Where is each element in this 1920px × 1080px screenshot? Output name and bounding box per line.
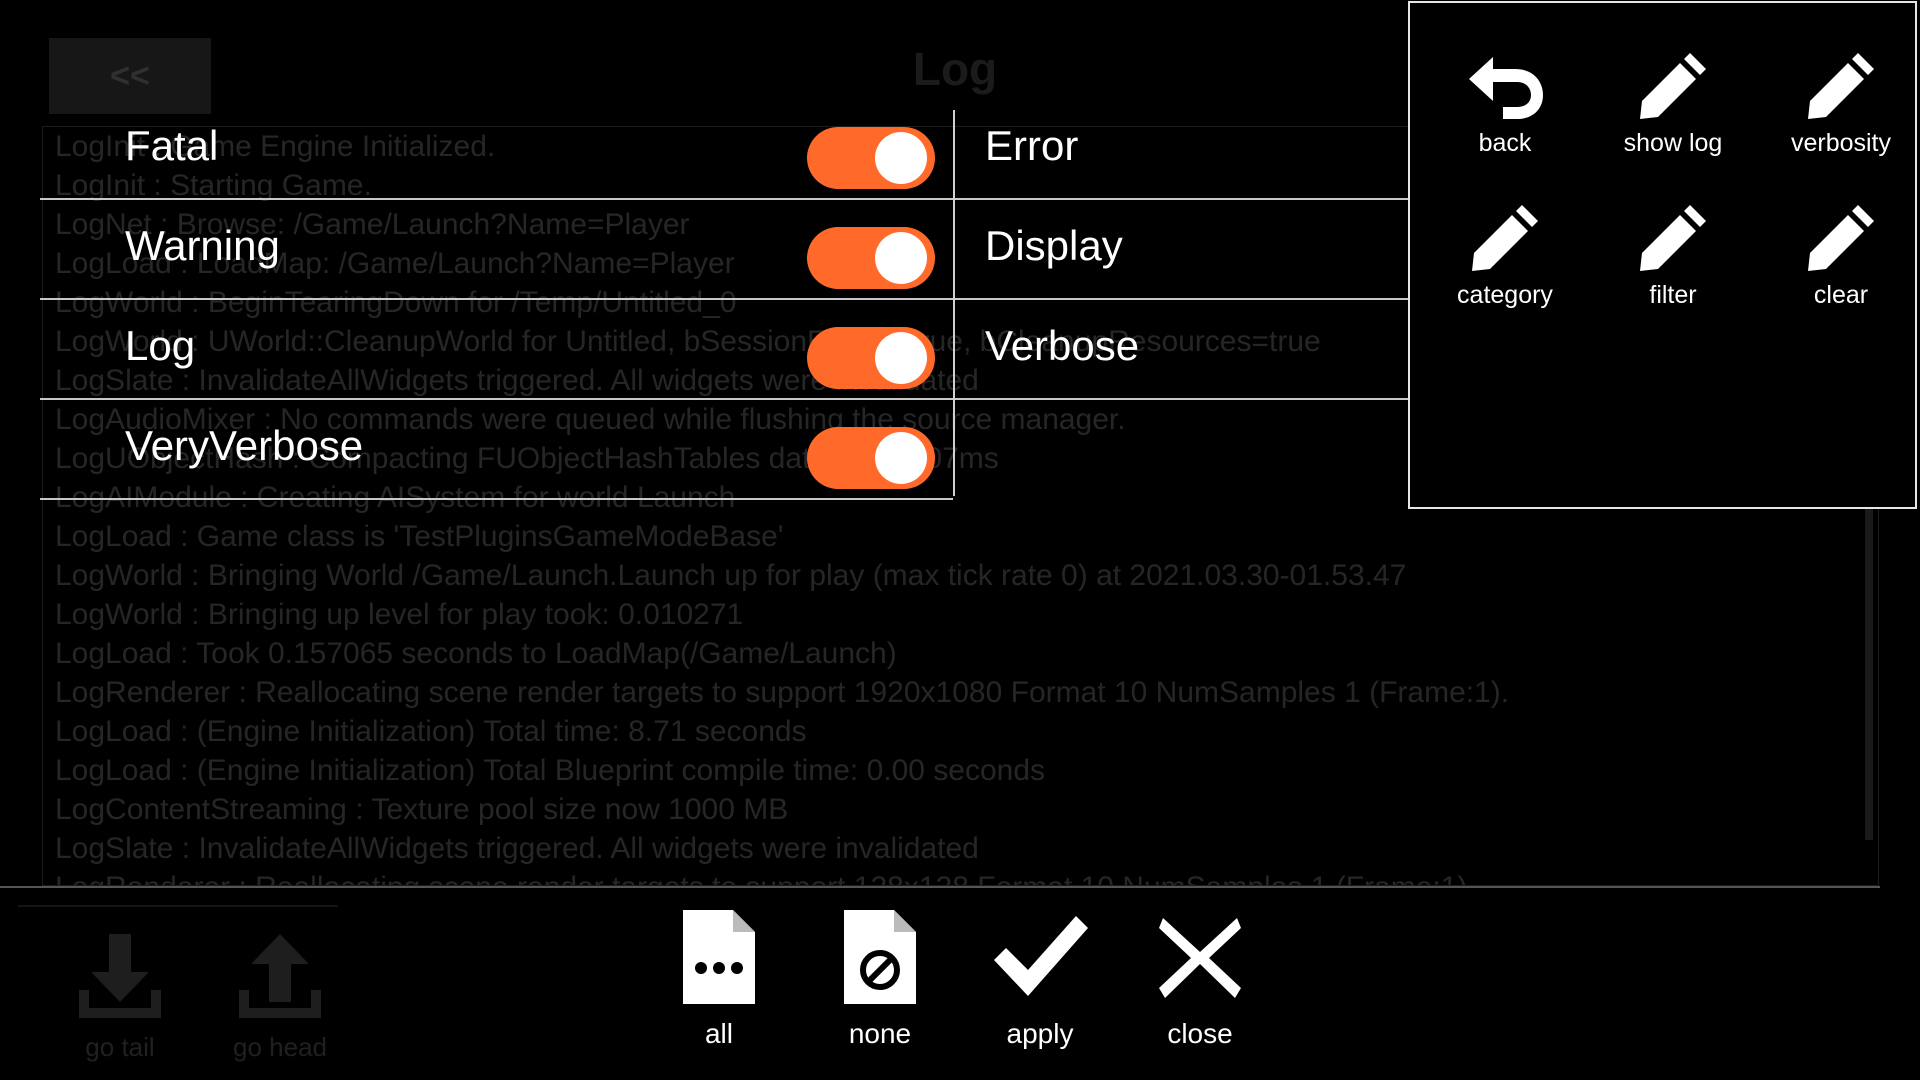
- log-line: LogRenderer : Reallocating scene render …: [55, 676, 1510, 709]
- menu-label: show log: [1623, 129, 1723, 157]
- back-arrow-icon: [1469, 57, 1543, 119]
- menu-label: clear: [1813, 281, 1869, 309]
- log-toggle[interactable]: [807, 327, 935, 389]
- menu-show-log-button[interactable]: show log: [1598, 51, 1748, 181]
- all-label: all: [704, 1018, 733, 1049]
- apply-button[interactable]: apply: [975, 908, 1105, 1058]
- menu-back-button[interactable]: back: [1430, 51, 1580, 181]
- bottom-divider-secondary: [18, 905, 338, 907]
- menu-label: back: [1478, 129, 1532, 157]
- log-line: LogRenderer : Reallocating scene render …: [55, 868, 1476, 885]
- log-line: LogLoad : Game class is 'TestPluginsGame…: [55, 520, 784, 553]
- close-label: close: [1167, 1018, 1233, 1049]
- verbosity-label: Display: [985, 222, 1123, 269]
- menu-label: category: [1457, 281, 1553, 309]
- pencil-icon: [1640, 53, 1706, 119]
- upload-icon: [239, 934, 321, 1018]
- close-icon: [1159, 918, 1241, 998]
- go-head-label: go head: [233, 1032, 327, 1062]
- log-line: LogContentStreaming : Texture pool size …: [55, 793, 789, 826]
- log-title: Log: [912, 43, 998, 95]
- verbosity-label: Fatal: [125, 122, 219, 169]
- go-tail-label: go tail: [85, 1032, 155, 1062]
- menu-filter-button[interactable]: filter: [1598, 203, 1748, 333]
- verbosity-label: Warning: [125, 222, 280, 269]
- menu-verbosity-button[interactable]: verbosity: [1766, 51, 1916, 181]
- pencil-icon: [1808, 205, 1874, 271]
- log-line: LogLoad : (Engine Initialization) Total …: [55, 715, 807, 748]
- fatal-toggle[interactable]: [807, 127, 935, 189]
- menu-category-button[interactable]: category: [1430, 203, 1580, 333]
- pencil-icon: [1640, 205, 1706, 271]
- verbosity-row-fatal: Fatal: [40, 98, 953, 200]
- apply-label: apply: [1006, 1018, 1074, 1049]
- close-button[interactable]: close: [1135, 908, 1265, 1058]
- log-line: LogSlate : InvalidateAllWidgets triggere…: [55, 832, 979, 865]
- toggle-knob: [875, 332, 927, 384]
- pencil-icon: [1808, 53, 1874, 119]
- options-menu: back show log verbosity category filter …: [1408, 1, 1917, 509]
- select-all-button[interactable]: all: [654, 908, 784, 1058]
- menu-label: filter: [1649, 281, 1697, 309]
- log-line: LogLoad : (Engine Initialization) Total …: [55, 754, 1046, 787]
- verbosity-label: VeryVerbose: [125, 422, 364, 469]
- toggle-knob: [875, 232, 927, 284]
- document-blocked-icon: [844, 910, 916, 1004]
- verbosity-label: Verbose: [985, 322, 1140, 369]
- warning-toggle[interactable]: [807, 227, 935, 289]
- verbosity-row-warning: Warning: [40, 198, 953, 300]
- verbosity-label: Error: [985, 122, 1079, 169]
- go-tail-button[interactable]: go tail: [65, 930, 175, 1063]
- menu-label: verbosity: [1790, 129, 1892, 157]
- checkmark-icon: [994, 916, 1088, 996]
- select-none-button[interactable]: none: [815, 908, 945, 1058]
- verbosity-row-log: Log: [40, 298, 953, 400]
- verbosity-row-veryverbose: VeryVerbose: [40, 398, 953, 500]
- menu-clear-button[interactable]: clear: [1766, 203, 1916, 333]
- toggle-knob: [875, 432, 927, 484]
- document-dots-icon: [683, 910, 755, 1004]
- toggle-knob: [875, 132, 927, 184]
- log-line: LogWorld : Bringing up level for play to…: [55, 598, 744, 631]
- verbosity-label: Log: [125, 322, 196, 369]
- pencil-icon: [1472, 205, 1538, 271]
- bottom-divider: [0, 886, 1880, 888]
- download-icon: [79, 934, 161, 1018]
- log-scrollbar[interactable]: [1865, 500, 1873, 840]
- veryverbose-toggle[interactable]: [807, 427, 935, 489]
- none-label: none: [848, 1018, 912, 1049]
- log-line: LogWorld : Bringing World /Game/Launch.L…: [55, 559, 1407, 592]
- go-head-button[interactable]: go head: [225, 930, 335, 1063]
- log-line: LogLoad : Took 0.157065 seconds to LoadM…: [55, 637, 897, 670]
